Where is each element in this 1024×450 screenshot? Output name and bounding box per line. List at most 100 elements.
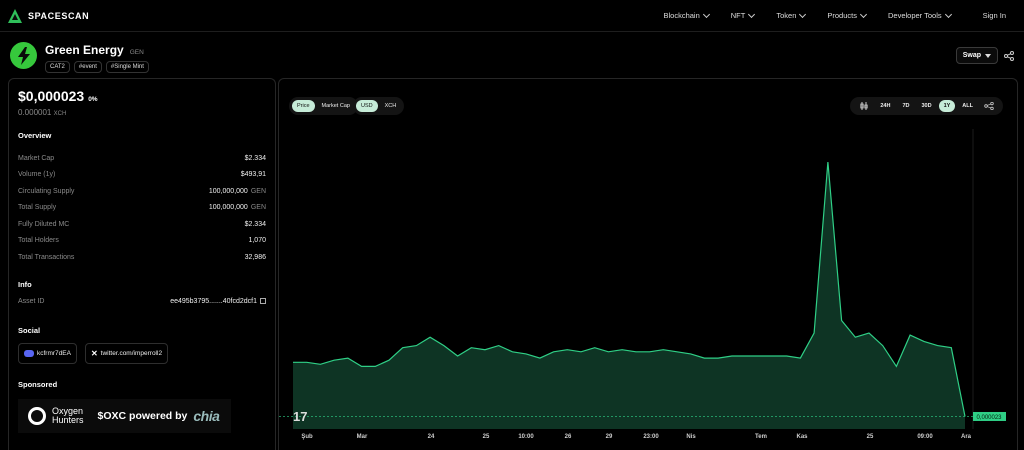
chevron-down-icon — [944, 10, 952, 18]
price-block: $0,000023 0% — [18, 88, 266, 104]
stat-row: Market Cap $2.334 — [18, 150, 266, 167]
main-menu: Blockchain NFT Token Products Developer … — [663, 10, 1006, 20]
stat-value: 100,000,000 GEN — [208, 187, 266, 195]
menu-label: Developer Tools — [887, 11, 942, 20]
token-details-panel: $0,000023 0% 0.000001 XCH Overview Marke… — [8, 78, 276, 450]
stat-value: 100,000,000 GEN — [208, 204, 266, 212]
price-usd: $0,000023 — [18, 88, 85, 104]
stat-row: Total Transactions 32,986 — [18, 249, 266, 266]
share-icon[interactable] — [984, 102, 994, 110]
menu-products[interactable]: Products — [827, 10, 868, 20]
overview-stats: Market Cap $2.334 Volume (1y) $493,91 Circ… — [18, 150, 266, 266]
x-tick-label: Şub — [301, 434, 313, 440]
token-name: Green Energy — [45, 43, 124, 57]
swap-label: Swap — [962, 52, 981, 59]
menu-developer-tools[interactable]: Developer Tools — [887, 10, 952, 20]
stat-row: Circulating Supply 100,000,000 GEN — [18, 183, 266, 200]
stat-value: $2.334 — [244, 220, 266, 228]
info-title: Info — [18, 279, 32, 289]
stat-label: Total Holders — [18, 237, 59, 245]
toggle-usd[interactable]: USD — [356, 100, 378, 112]
swap-button[interactable]: Swap — [955, 47, 998, 64]
stat-row: Fully Diluted MC $2.334 — [18, 216, 266, 233]
x-tick-label: Tem — [755, 434, 767, 440]
x-icon: ✕ — [90, 349, 98, 358]
stat-label: Volume (1y) — [18, 171, 56, 179]
stat-label: Total Transactions — [18, 253, 75, 261]
asset-id-label: Asset ID — [18, 298, 45, 306]
price-xch-unit: XCH — [53, 111, 67, 117]
tag-cat2[interactable]: CAT2 — [45, 61, 70, 73]
price-chart[interactable]: 0,000023 17 Şub Mar 24 25 10:00 26 29 23:00 Nis Tem… — [279, 129, 1017, 449]
x-tick-label: 24 — [428, 434, 435, 440]
chevron-down-icon — [859, 10, 868, 18]
x-tick-label: 10:00 — [518, 434, 534, 440]
currency-toggle: USD XCH — [353, 97, 405, 115]
chevron-down-icon — [702, 10, 710, 18]
twitter-link[interactable]: ✕ twitter.com/imperroll2 — [84, 343, 169, 364]
menu-blockchain[interactable]: Blockchain — [663, 10, 710, 20]
social-links: kcfrmr7dEA ✕ twitter.com/imperroll2 — [18, 343, 266, 364]
asset-id-value: ee495b3795.......40fcd2dcf1 — [170, 298, 266, 305]
stat-row: Total Supply 100,000,000 GEN — [18, 200, 266, 217]
spacescan-logo-icon — [8, 9, 22, 23]
range-1y[interactable]: 1Y — [938, 100, 956, 112]
sponsored-title: Sponsored — [18, 380, 58, 389]
price-change: 0% — [88, 96, 98, 103]
overview-title: Overview — [18, 131, 52, 140]
token-symbol: GEN — [129, 49, 144, 56]
stat-label: Circulating Supply — [18, 187, 75, 195]
stat-row: Volume (1y) $493,91 — [18, 167, 266, 184]
stat-label: Market Cap — [18, 154, 55, 162]
brand-logo[interactable]: SPACESCAN — [8, 9, 89, 23]
share-icon[interactable] — [1004, 50, 1014, 61]
oxygen-hunters-logo-icon — [28, 407, 46, 425]
chart-panel: Price Market Cap USD XCH 24H 7D 30D 1Y A… — [278, 78, 1018, 450]
discord-link[interactable]: kcfrmr7dEA — [18, 343, 77, 364]
stat-value: 1,070 — [248, 237, 266, 245]
social-title: Social — [18, 326, 41, 335]
price-xch: 0.000001 XCH — [18, 108, 266, 117]
stat-value: $2.334 — [244, 154, 266, 162]
stat-row: Total Holders 1,070 — [18, 233, 266, 250]
x-tick-label: 23:00 — [643, 434, 659, 440]
stat-value: 32,986 — [244, 253, 266, 261]
asset-id-row: Asset ID ee495b3795.......40fcd2dcf1 — [18, 294, 266, 311]
toggle-price[interactable]: Price — [292, 100, 315, 112]
chia-logo: chia — [193, 408, 220, 424]
toggle-xch[interactable]: XCH — [380, 100, 402, 112]
chevron-down-icon — [799, 10, 807, 18]
range-selector: 24H 7D 30D 1Y ALL — [850, 97, 1003, 115]
area-fill — [293, 162, 965, 429]
price-xch-value: 0.000001 — [18, 108, 52, 117]
discord-label: kcfrmr7dEA — [37, 350, 71, 357]
stat-label: Total Supply — [18, 204, 57, 212]
menu-label: NFT — [730, 11, 746, 20]
token-logo — [10, 42, 37, 69]
range-30d[interactable]: 30D — [916, 100, 936, 112]
range-7d[interactable]: 7D — [897, 100, 914, 112]
range-all[interactable]: ALL — [957, 100, 978, 112]
token-actions: Swap — [955, 47, 1014, 64]
x-tick-label: 29 — [606, 434, 613, 440]
sponsored-banner[interactable]: Oxygen Hunters $OXC powered by chia — [18, 399, 231, 433]
twitter-label: twitter.com/imperroll2 — [100, 350, 163, 357]
lightning-icon — [17, 46, 30, 65]
brand-name: SPACESCAN — [28, 11, 90, 21]
range-24h[interactable]: 24H — [875, 100, 895, 112]
sign-in-link[interactable]: Sign In — [983, 11, 1006, 20]
token-header: Green Energy GEN CAT2 #event #Single Min… — [10, 42, 149, 74]
discord-icon — [24, 350, 34, 357]
menu-token[interactable]: Token — [776, 10, 807, 20]
caret-down-icon — [985, 53, 991, 58]
toggle-market-cap[interactable]: Market Cap — [317, 100, 355, 112]
last-price-label: 0,000023 — [976, 415, 1002, 421]
menu-nft[interactable]: NFT — [730, 10, 756, 20]
token-tags: CAT2 #event #Single Mint — [45, 61, 149, 73]
tag-event[interactable]: #event — [73, 61, 102, 73]
copy-icon[interactable] — [260, 298, 266, 305]
candlestick-icon[interactable] — [859, 102, 869, 110]
tag-single-mint[interactable]: #Single Mint — [105, 61, 149, 73]
x-tick-label: 09:00 — [917, 434, 933, 440]
menu-label: Token — [776, 11, 797, 20]
